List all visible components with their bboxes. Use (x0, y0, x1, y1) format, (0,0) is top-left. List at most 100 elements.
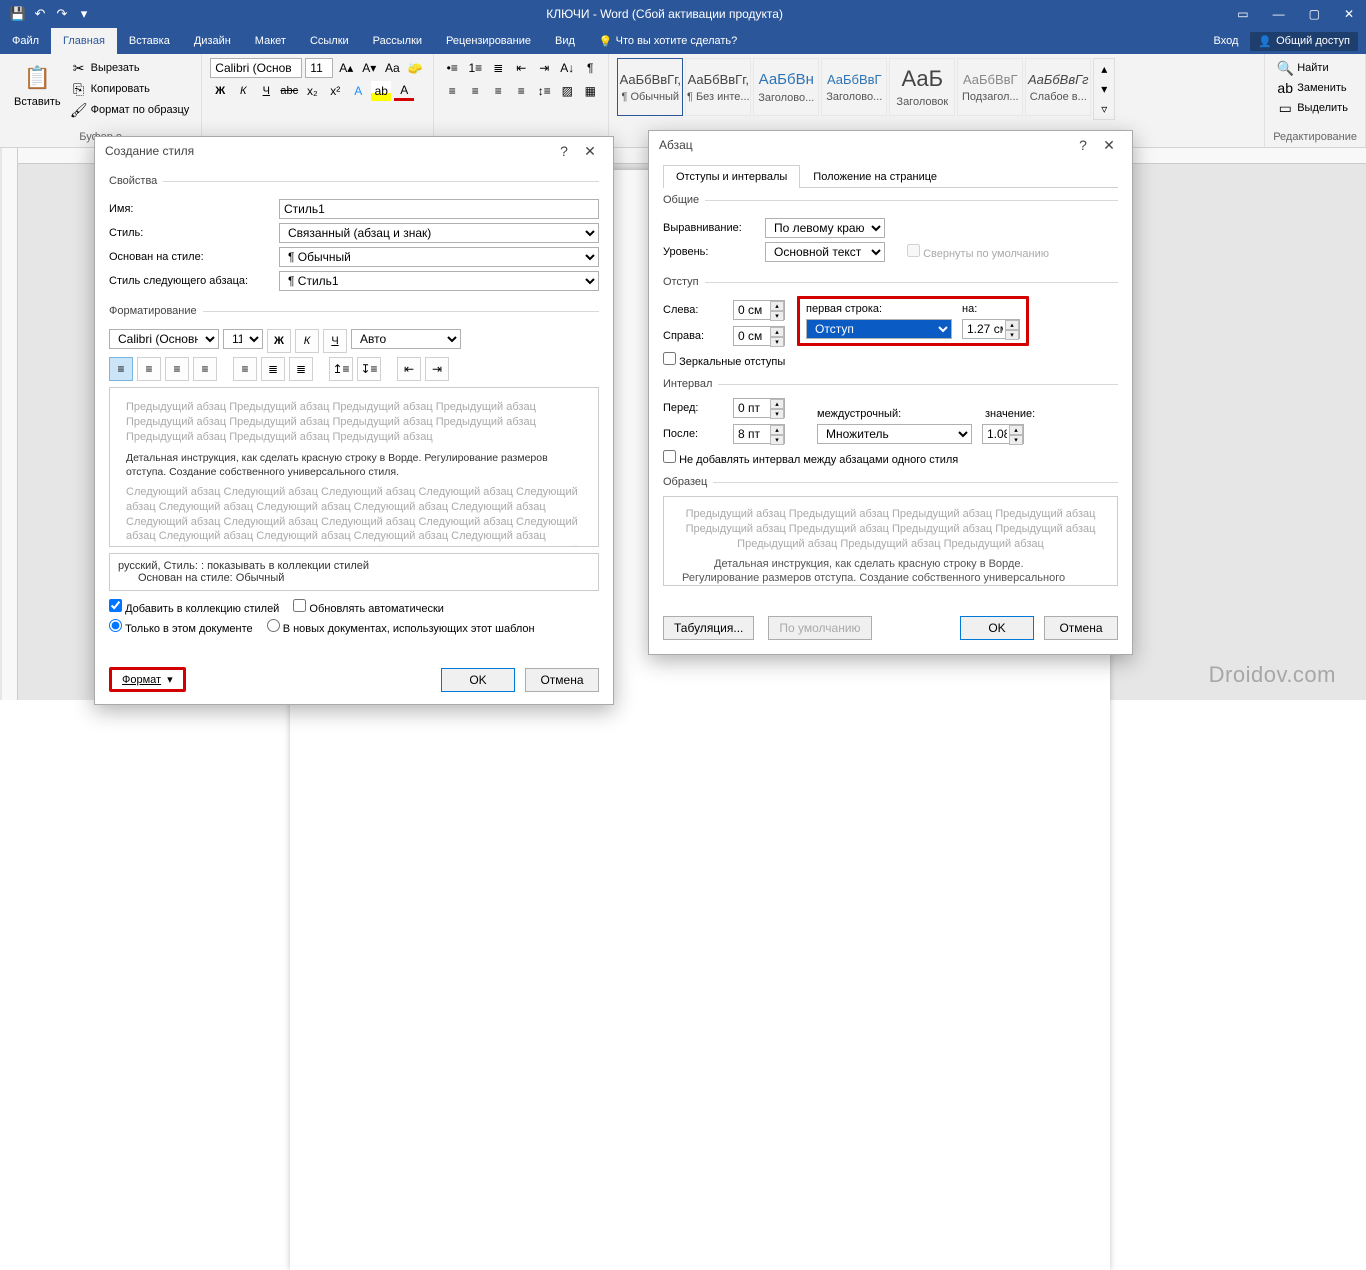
indent-button[interactable]: ⇥ (534, 58, 554, 78)
italic-button[interactable]: К (233, 81, 253, 101)
style-normal[interactable]: АаБбВвГг,¶ Обычный (617, 58, 683, 116)
format-space-after[interactable]: ↧≡ (357, 357, 381, 381)
help-button[interactable]: ? (1070, 137, 1096, 153)
only-doc-radio[interactable]: Только в этом документе (109, 619, 253, 635)
text-effects-button[interactable]: A (348, 81, 368, 101)
shrink-font-button[interactable]: A▾ (359, 58, 379, 78)
format-align-center[interactable]: ≡ (137, 357, 161, 381)
tab-layout[interactable]: Макет (243, 28, 298, 54)
next-select[interactable]: ¶ Стиль1 (279, 271, 599, 291)
justify-button[interactable]: ≡ (511, 81, 531, 101)
format-outdent[interactable]: ⇤ (397, 357, 421, 381)
multilevel-button[interactable]: ≣ (488, 58, 508, 78)
format-underline-button[interactable]: Ч (323, 329, 347, 353)
add-gallery-check[interactable]: Добавить в коллекцию стилей (109, 599, 279, 615)
styles-more-button[interactable]: ▿ (1094, 99, 1114, 119)
styles-down-button[interactable]: ▾ (1094, 79, 1114, 99)
tab-view[interactable]: Вид (543, 28, 587, 54)
undo-icon[interactable]: ↶ (32, 6, 48, 22)
tell-me[interactable]: 💡 Что вы хотите сделать? (587, 28, 749, 54)
style-heading2[interactable]: АаБбВвГЗаголово... (821, 58, 887, 116)
underline-button[interactable]: Ч (256, 81, 276, 101)
cancel-button[interactable]: Отмена (525, 668, 599, 692)
line-spacing-select[interactable]: Множитель (817, 424, 972, 444)
help-button[interactable]: ? (551, 143, 577, 159)
tabs-button[interactable]: Табуляция... (663, 616, 754, 640)
name-input[interactable] (279, 199, 599, 219)
tab-mailings[interactable]: Рассылки (361, 28, 434, 54)
font-size-input[interactable] (305, 58, 333, 78)
in-template-radio[interactable]: В новых документах, использующих этот ша… (267, 619, 535, 635)
save-icon[interactable]: 💾 (10, 6, 26, 22)
format-painter-button[interactable]: 🖌Формат по образцу (67, 100, 194, 120)
format-bold-button[interactable]: Ж (267, 329, 291, 353)
tab-insert[interactable]: Вставка (117, 28, 182, 54)
format-spacing-1[interactable]: ≡ (233, 357, 257, 381)
shading-button[interactable]: ▨ (557, 81, 577, 101)
bullets-button[interactable]: •≡ (442, 58, 462, 78)
tab-design[interactable]: Дизайн (182, 28, 243, 54)
style-heading1[interactable]: АаБбВнЗаголово... (753, 58, 819, 116)
format-space-before[interactable]: ↥≡ (329, 357, 353, 381)
copy-button[interactable]: ⎘Копировать (67, 79, 194, 99)
at-spin[interactable]: ▴▾ (982, 424, 1024, 444)
font-name-input[interactable] (210, 58, 302, 78)
style-title[interactable]: АаБЗаголовок (889, 58, 955, 116)
paste-button[interactable]: 📋 Вставить (8, 58, 67, 120)
based-select[interactable]: ¶ Обычный (279, 247, 599, 267)
align-left-button[interactable]: ≡ (442, 81, 462, 101)
level-select[interactable]: Основной текст (765, 242, 885, 262)
line-spacing-button[interactable]: ↕≡ (534, 81, 554, 101)
numbering-button[interactable]: 1≡ (465, 58, 485, 78)
styles-up-button[interactable]: ▴ (1094, 59, 1114, 79)
borders-button[interactable]: ▦ (580, 81, 600, 101)
tab-file[interactable]: Файл (0, 28, 51, 54)
format-color-select[interactable]: Авто (351, 329, 461, 349)
align-select[interactable]: По левому краю (765, 218, 885, 238)
minimize-icon[interactable]: — (1273, 7, 1285, 21)
align-right-button[interactable]: ≡ (488, 81, 508, 101)
close-button[interactable]: ✕ (1096, 137, 1122, 154)
maximize-icon[interactable]: ▢ (1309, 7, 1320, 21)
format-font-select[interactable]: Calibri (Основной (109, 329, 219, 349)
strike-button[interactable]: abc (279, 81, 299, 101)
show-marks-button[interactable]: ¶ (580, 58, 600, 78)
close-icon[interactable]: ✕ (1344, 7, 1354, 21)
tab-home[interactable]: Главная (51, 28, 117, 54)
ribbon-options-icon[interactable]: ▭ (1237, 7, 1248, 21)
tab-line-breaks[interactable]: Положение на странице (800, 165, 950, 188)
left-indent-spin[interactable]: ▴▾ (733, 300, 785, 320)
replace-button[interactable]: abЗаменить (1273, 78, 1357, 98)
tab-review[interactable]: Рецензирование (434, 28, 543, 54)
format-justify[interactable]: ≡ (193, 357, 217, 381)
format-align-left[interactable]: ≡ (109, 357, 133, 381)
ok-button[interactable]: OK (960, 616, 1034, 640)
before-spin[interactable]: ▴▾ (733, 398, 785, 418)
superscript-button[interactable]: x² (325, 81, 345, 101)
ok-button[interactable]: OK (441, 668, 515, 692)
format-spacing-15[interactable]: ≣ (261, 357, 285, 381)
share-button[interactable]: 👤Общий доступ (1250, 32, 1358, 51)
cancel-button[interactable]: Отмена (1044, 616, 1118, 640)
format-align-right[interactable]: ≡ (165, 357, 189, 381)
outdent-button[interactable]: ⇤ (511, 58, 531, 78)
clear-format-button[interactable]: 🧽 (405, 58, 425, 78)
change-case-button[interactable]: Aa (382, 58, 402, 78)
first-line-select[interactable]: Отступ (806, 319, 952, 339)
cut-button[interactable]: ✂Вырезать (67, 58, 194, 78)
redo-icon[interactable]: ↷ (54, 6, 70, 22)
grow-font-button[interactable]: A▴ (336, 58, 356, 78)
format-spacing-2[interactable]: ≣ (289, 357, 313, 381)
dont-add-check[interactable]: Не добавлять интервал между абзацами одн… (663, 454, 958, 466)
mirror-check[interactable]: Зеркальные отступы (663, 356, 785, 368)
font-color-button[interactable]: A (394, 81, 414, 101)
subscript-button[interactable]: x₂ (302, 81, 322, 101)
format-size-select[interactable]: 11 (223, 329, 263, 349)
tab-references[interactable]: Ссылки (298, 28, 361, 54)
format-italic-button[interactable]: К (295, 329, 319, 353)
qat-more-icon[interactable]: ▾ (76, 6, 92, 22)
find-button[interactable]: 🔍Найти (1273, 58, 1357, 78)
select-button[interactable]: ▭Выделить (1273, 98, 1357, 118)
bold-button[interactable]: Ж (210, 81, 230, 101)
by-spin[interactable]: ▴▾ (962, 319, 1020, 339)
